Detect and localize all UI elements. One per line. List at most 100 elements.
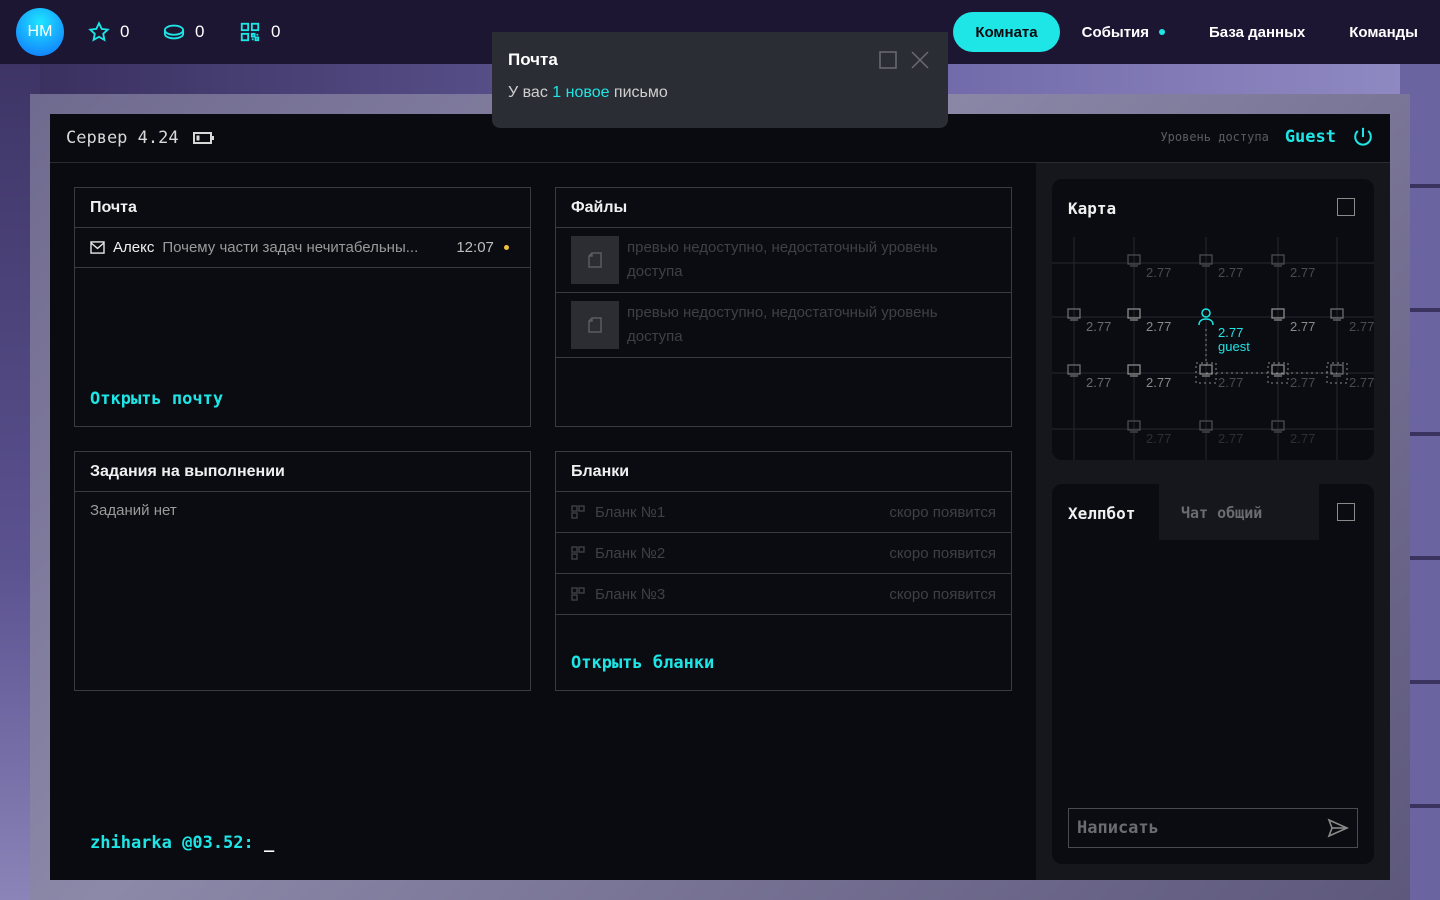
map-node-value: 2.77	[1290, 431, 1315, 446]
access-level: Guest	[1284, 127, 1336, 147]
form-name: Бланк №3	[595, 585, 666, 603]
map-node-value: 2.77	[1349, 375, 1374, 390]
stars-counter[interactable]: 0	[88, 20, 129, 44]
chat-expand-checkbox[interactable]	[1337, 503, 1355, 521]
form-item: Бланк №3 скоро появится	[556, 574, 1011, 615]
map-node-value: 2.77	[1086, 319, 1111, 334]
user-node-label: guest	[1218, 339, 1250, 354]
nav-room[interactable]: Комната	[953, 12, 1060, 52]
mail-notification[interactable]: Почта У вас 1 новое письмо	[492, 32, 948, 128]
prompt-cursor: _	[264, 833, 275, 853]
unread-dot	[503, 245, 509, 250]
map-node-value: 2.77	[1290, 319, 1315, 334]
network-map[interactable]: 2.77 2.77 2.77 2.77 2.77 2.77 2.77 2.77 2.77 2.77…	[1052, 179, 1374, 460]
chat-input-placeholder: Написать	[1077, 818, 1159, 838]
file-item[interactable]: превью недоступно, недостаточный уровень…	[556, 293, 1011, 358]
server-title: Сервер 4.24	[66, 128, 215, 148]
map-node-value: 2.77	[1349, 319, 1374, 334]
tasks-panel-title: Задания на выполнении	[75, 452, 530, 492]
form-status: скоро появится	[889, 585, 996, 603]
tasks-panel: Задания на выполнении Заданий нет	[74, 451, 531, 691]
forms-panel: Бланки Бланк №1 скоро появится Бланк №2 …	[555, 451, 1012, 691]
form-icon	[571, 505, 585, 519]
qr-code-icon	[240, 22, 260, 42]
star-icon	[88, 21, 110, 42]
coins-counter[interactable]: 0	[163, 20, 204, 44]
file-thumbnail	[571, 236, 619, 284]
nav-events[interactable]: События	[1060, 12, 1187, 52]
tasks-empty-text: Заданий нет	[90, 502, 177, 519]
map-node-value: 2.77	[1086, 375, 1111, 390]
send-icon[interactable]	[1327, 818, 1349, 838]
map-node-value: 2.77	[1146, 431, 1171, 446]
map-node-value: 2.77	[1290, 375, 1315, 390]
stars-count: 0	[120, 22, 130, 41]
envelope-icon	[90, 241, 105, 254]
form-icon	[571, 546, 585, 560]
nav-buttons: Комната События База данных Команды	[953, 12, 1440, 52]
open-forms-link[interactable]: Открыть бланки	[571, 653, 714, 673]
map-node-value: 2.77	[1218, 265, 1243, 280]
codes-counter[interactable]: 0	[239, 20, 280, 44]
maximize-icon[interactable]	[878, 50, 898, 70]
access-info: Уровень доступа Guest	[1160, 126, 1374, 148]
mail-row[interactable]: Алекс Почему части задач нечитабельны...…	[75, 228, 530, 268]
map-node-value: 2.77	[1146, 265, 1171, 280]
map-node-value: 2.77	[1290, 265, 1315, 280]
notification-count: 1	[552, 84, 562, 101]
terminal-prompt[interactable]: zhiharka @03.52: _	[90, 833, 274, 853]
file-item[interactable]: превью недоступно, недостаточный уровень…	[556, 228, 1011, 293]
files-panel-title: Файлы	[556, 188, 1011, 228]
coin-icon	[163, 24, 185, 40]
avatar-initials: HM	[27, 23, 53, 40]
forms-panel-title: Бланки	[556, 452, 1011, 492]
files-panel: Файлы превью недоступно, недостаточный у…	[555, 187, 1012, 427]
form-status: скоро появится	[889, 544, 996, 562]
notification-title: Почта	[508, 50, 558, 69]
document-icon	[588, 252, 602, 268]
notification-text-after: письмо	[609, 84, 668, 101]
events-indicator-dot	[1159, 29, 1166, 35]
power-icon[interactable]	[1352, 126, 1374, 148]
notification-new: новое	[561, 84, 610, 101]
nav-database[interactable]: База данных	[1187, 12, 1327, 52]
form-item: Бланк №2 скоро появится	[556, 533, 1011, 574]
nav-events-label: События	[1081, 23, 1150, 41]
coins-count: 0	[195, 22, 205, 41]
notification-controls	[878, 50, 930, 70]
server-name: Сервер 4.24	[66, 128, 179, 148]
map-node-value: 2.77	[1218, 431, 1243, 446]
chat-card: Хелпбот Чат общий Написать	[1052, 484, 1374, 864]
mail-subject: Почему части задач нечитабельны...	[162, 239, 419, 256]
open-mail-link[interactable]: Открыть почту	[90, 389, 223, 409]
prompt-text: zhiharka @03.52:	[90, 833, 264, 853]
file-preview-text: превью недоступно, недостаточный уровень…	[627, 239, 938, 280]
chat-input[interactable]: Написать	[1068, 808, 1358, 848]
chat-tab-general[interactable]: Чат общий	[1181, 504, 1262, 522]
mail-time: 12:07	[456, 239, 494, 256]
codes-count: 0	[271, 22, 281, 41]
form-icon	[571, 587, 585, 601]
map-node-value: 2.77	[1146, 375, 1171, 390]
document-icon	[588, 317, 602, 333]
map-card: Карта 2.77 2.77 2.77 2.77 2.77 2.77 2.77 2.77 2.…	[1052, 179, 1374, 460]
notification-text-before: У вас	[508, 84, 553, 101]
file-preview-text: превью недоступно, недостаточный уровень…	[627, 304, 938, 345]
form-name: Бланк №1	[595, 503, 666, 521]
form-name: Бланк №2	[595, 544, 666, 562]
notification-text: У вас 1 новое письмо	[508, 84, 932, 102]
mail-panel: Почта Алекс Почему части задач нечитабел…	[74, 187, 531, 427]
mail-from: Алекс	[113, 239, 155, 256]
file-thumbnail	[571, 301, 619, 349]
nav-teams[interactable]: Команды	[1327, 12, 1440, 52]
map-node-value: 2.77	[1146, 319, 1171, 334]
user-node-value: 2.77	[1218, 325, 1243, 340]
access-label: Уровень доступа	[1160, 130, 1269, 144]
close-icon[interactable]	[910, 50, 930, 70]
form-item: Бланк №1 скоро появится	[556, 492, 1011, 533]
form-status: скоро появится	[889, 503, 996, 521]
chat-tab-helpbot[interactable]: Хелпбот	[1068, 504, 1135, 523]
mail-panel-title: Почта	[75, 188, 530, 228]
avatar[interactable]: HM	[16, 8, 64, 56]
battery-icon	[192, 132, 214, 144]
